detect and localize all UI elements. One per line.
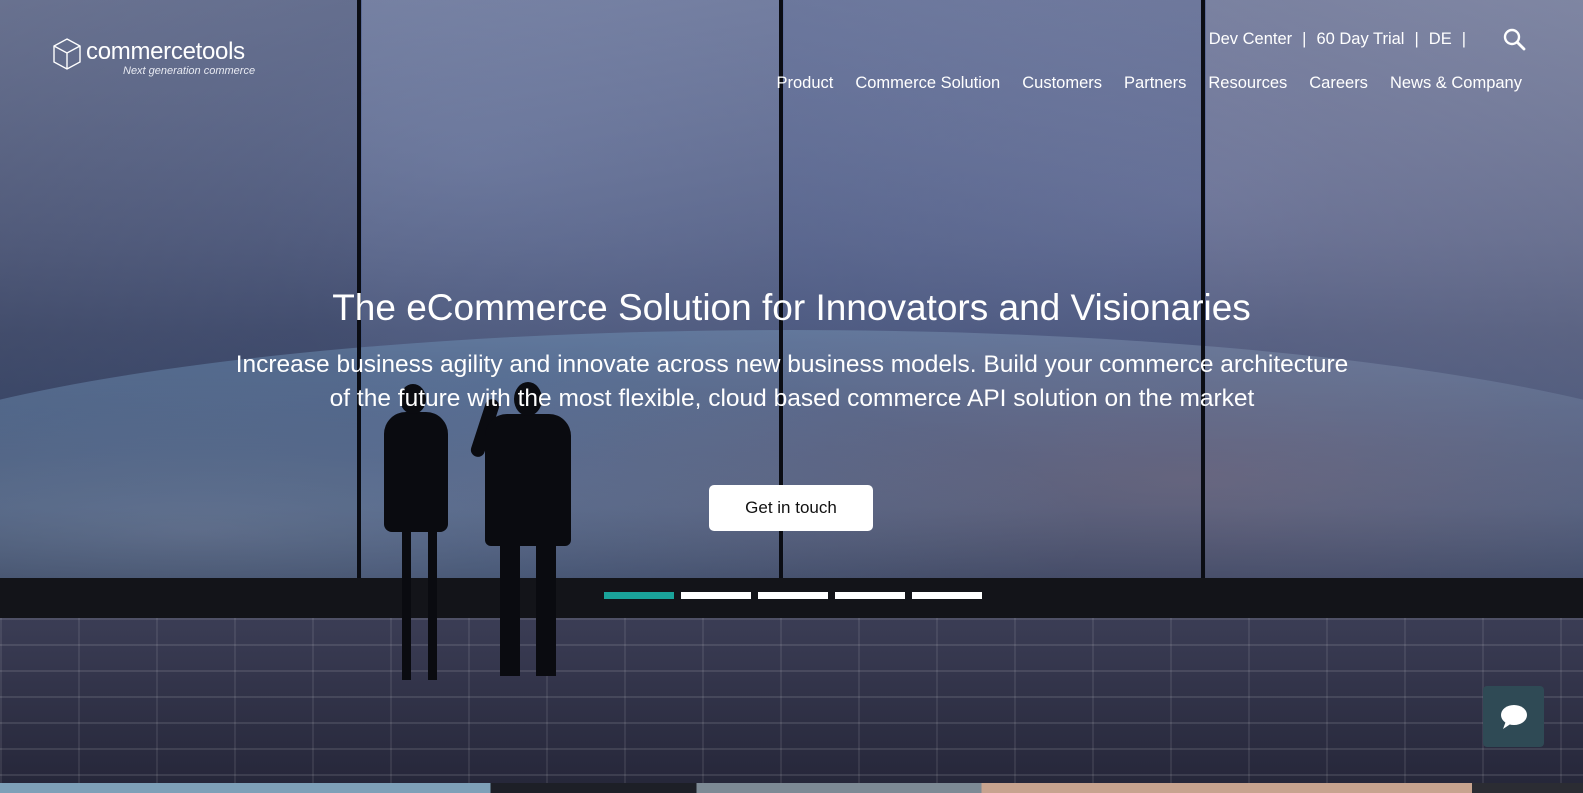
hero-subheadline: Increase business agility and innovate a… <box>235 351 1349 412</box>
logo-tagline: Next generation commerce <box>123 65 256 77</box>
stage-floor <box>0 618 1583 783</box>
nav-customers[interactable]: Customers <box>1022 74 1102 93</box>
nav-product[interactable]: Product <box>776 74 833 93</box>
carousel-dot-5[interactable] <box>912 592 982 599</box>
language-de-link[interactable]: DE <box>1429 30 1452 49</box>
nav-careers[interactable]: Careers <box>1309 74 1368 93</box>
hero-headline: The eCommerce Solution for Innovators an… <box>332 287 1251 328</box>
utility-nav: Dev Center | 60 Day Trial | DE | <box>1209 27 1526 51</box>
carousel-dot-1[interactable] <box>604 592 674 599</box>
get-in-touch-button[interactable]: Get in touch <box>709 485 873 531</box>
nav-resources[interactable]: Resources <box>1208 74 1287 93</box>
nav-separator: | <box>1414 29 1419 48</box>
chat-button[interactable] <box>1483 686 1544 747</box>
logo-wordmark: commercetools <box>86 38 245 65</box>
carousel-dot-2[interactable] <box>681 592 751 599</box>
silhouette-woman <box>384 412 448 532</box>
main-nav: Product Commerce Solution Customers Part… <box>776 74 1522 93</box>
chat-bubble-icon <box>1500 704 1527 729</box>
trial-link[interactable]: 60 Day Trial <box>1316 30 1404 49</box>
next-section-preview <box>0 783 1583 793</box>
carousel-dot-3[interactable] <box>758 592 828 599</box>
silhouette-woman-leg <box>428 530 437 680</box>
dev-center-link[interactable]: Dev Center <box>1209 30 1292 49</box>
silhouette-man <box>485 414 571 546</box>
carousel-dot-4[interactable] <box>835 592 905 599</box>
search-icon[interactable] <box>1502 27 1526 51</box>
nav-separator: | <box>1302 29 1307 48</box>
nav-partners[interactable]: Partners <box>1124 74 1186 93</box>
silhouette-man-leg <box>500 544 520 676</box>
silhouette-man-leg <box>536 544 556 676</box>
cube-logo-icon <box>53 38 81 70</box>
nav-commerce-solution[interactable]: Commerce Solution <box>855 74 1000 93</box>
nav-separator: | <box>1461 29 1466 48</box>
silhouette-woman-leg <box>402 530 411 680</box>
carousel-indicators <box>604 592 982 599</box>
nav-news-company[interactable]: News & Company <box>1390 74 1522 93</box>
